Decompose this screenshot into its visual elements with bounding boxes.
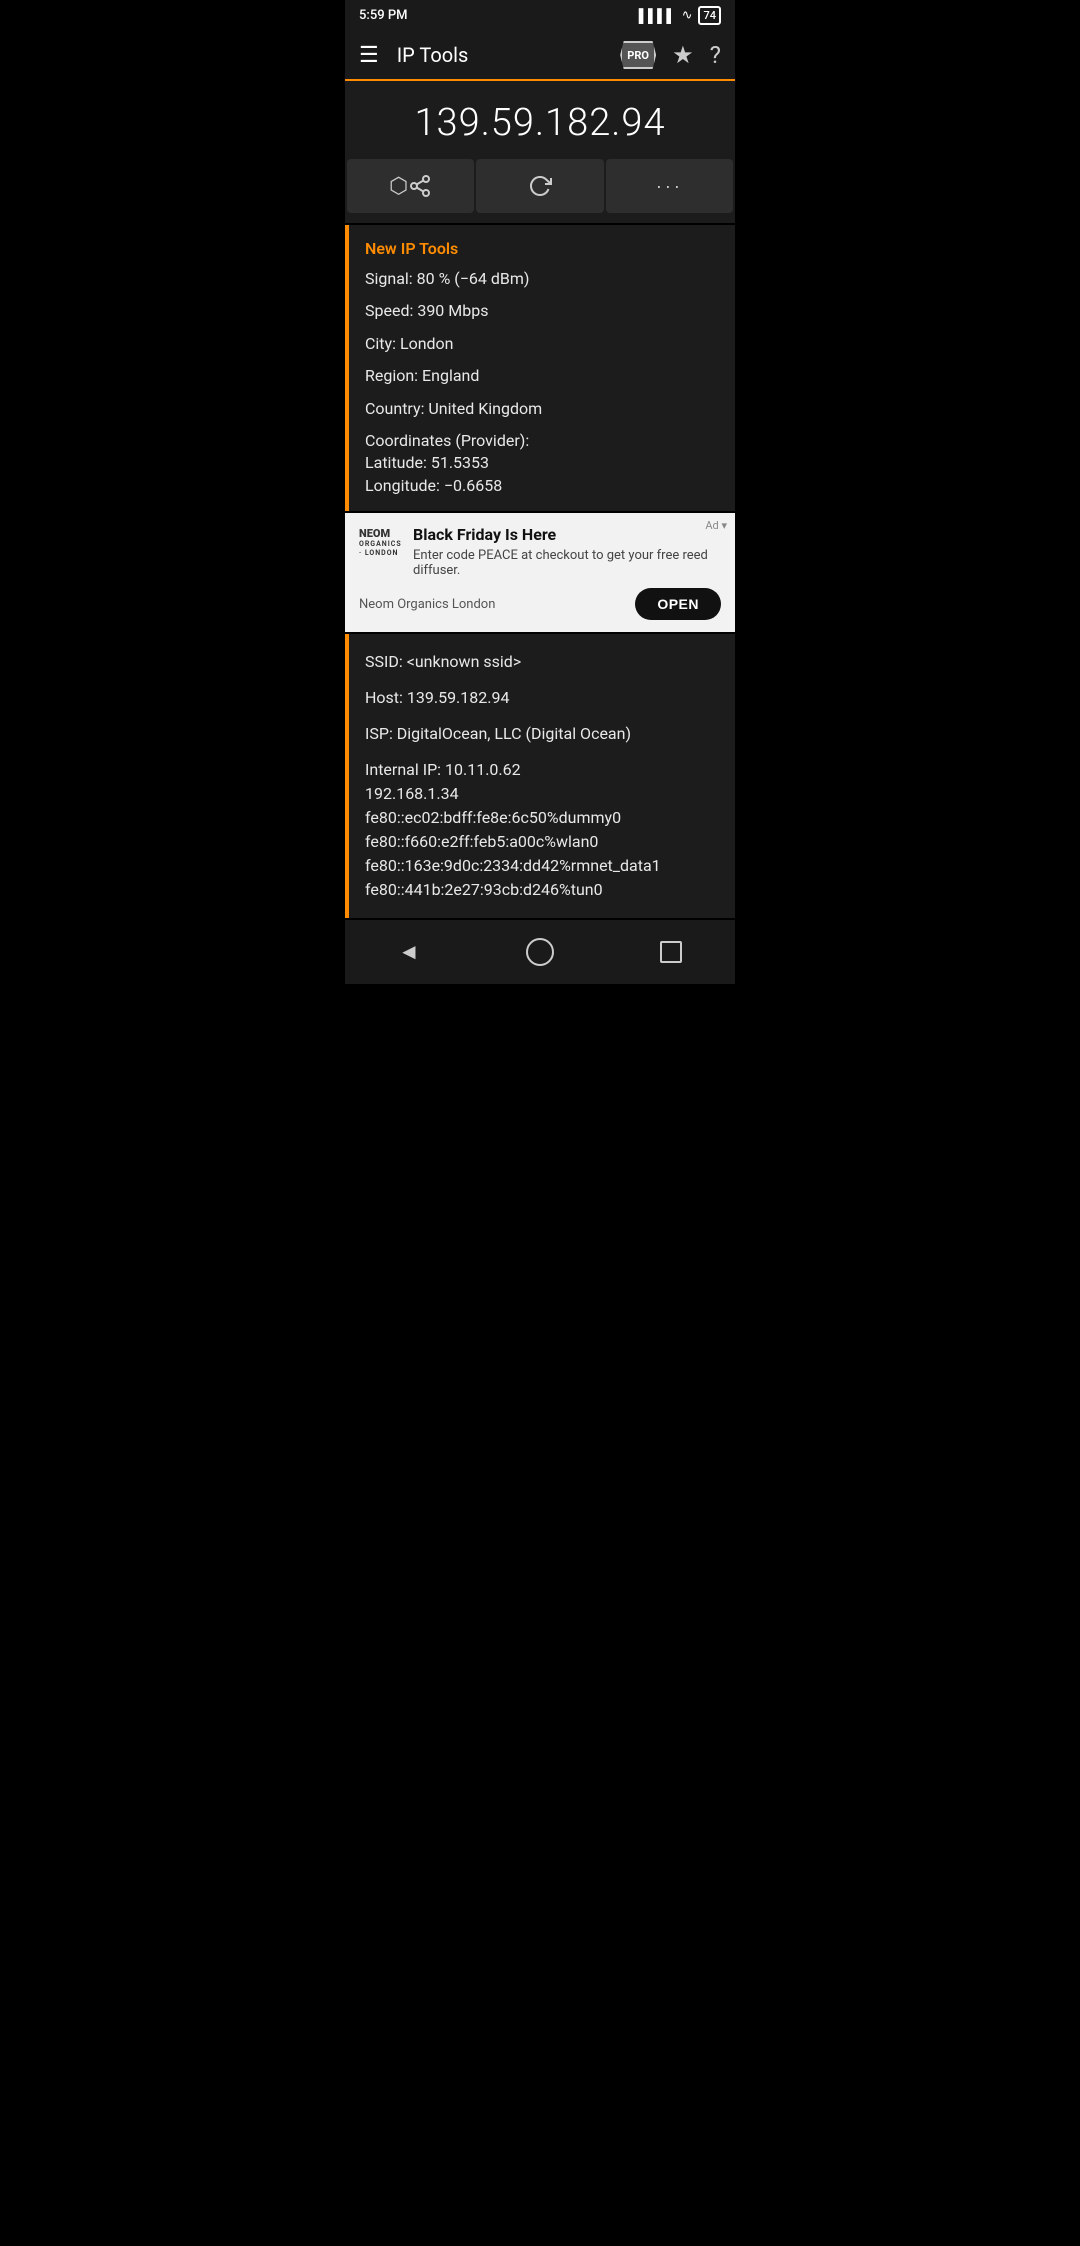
share-svg-icon [408,174,432,198]
ad-footer: Neom Organics London OPEN [359,588,721,620]
top-bar-actions: PRO ★ ? [620,41,721,69]
back-icon: ◄ [398,939,420,964]
top-bar: ☰ IP Tools PRO ★ ? [345,31,735,81]
ad-brand-sub: ORGANICS · LONDON [359,540,403,557]
coordinates-section: Coordinates (Provider): Latitude: 51.535… [365,430,719,497]
ad-subtext: Enter code PEACE at checkout to get your… [413,548,721,578]
info-section: New IP Tools Signal: 80 % (−64 dBm) Spee… [345,225,735,511]
status-bar: 5:59 PM ▌▌▌▌ ∿ 74 [345,0,735,31]
network-section: SSID: <unknown ssid> Host: 139.59.182.94… [345,634,735,918]
ssid-row: SSID: <unknown ssid> [365,650,719,674]
internal-ip-label: Internal IP: 10.11.0.62 [365,758,719,782]
region-row: Region: England [365,365,719,387]
ip2: 192.168.1.34 [365,782,719,806]
ad-label: Ad ▾ [705,519,727,532]
recents-icon [660,941,682,963]
ad-open-button[interactable]: OPEN [635,588,721,620]
menu-icon[interactable]: ☰ [359,43,379,68]
more-button[interactable]: ··· [606,159,733,213]
status-icons: ▌▌▌▌ ∿ 74 [639,6,721,25]
more-icon: ··· [656,176,683,197]
host-row: Host: 139.59.182.94 [365,686,719,710]
longitude-row: Longitude: −0.6658 [365,475,719,497]
ad-text: Black Friday Is Here Enter code PEACE at… [413,525,721,578]
speed-row: Speed: 390 Mbps [365,300,719,322]
battery-indicator: 74 [698,6,721,25]
ip3: fe80::ec02:bdff:fe8e:6c50%dummy0 [365,806,719,830]
bottom-nav: ◄ [345,920,735,984]
ip5: fe80::163e:9d0c:2334:dd42%rmnet_data1 [365,854,719,878]
city-row: City: London [365,333,719,355]
ad-headline: Black Friday Is Here [413,525,721,544]
app-title: IP Tools [389,43,610,67]
ip6: fe80::441b:2e27:93cb:d246%tun0 [365,878,719,902]
home-icon [526,938,554,966]
home-button[interactable] [506,932,574,972]
wifi-icon: ∿ [682,8,693,23]
latitude-row: Latitude: 51.5353 [365,452,719,474]
ad-advertiser: Neom Organics London [359,597,495,612]
share-icon: ⬡ [389,173,408,199]
ad-brand-name: NEOM [359,527,403,540]
recents-button[interactable] [640,935,702,969]
coordinates-label: Coordinates (Provider): [365,430,719,452]
help-icon[interactable]: ? [710,41,721,69]
ad-banner: Ad ▾ NEOM ORGANICS · LONDON Black Friday… [345,513,735,632]
signal-icon: ▌▌▌▌ [639,8,676,24]
info-section-title: New IP Tools [365,239,719,258]
favorite-icon[interactable]: ★ [672,41,694,69]
time-display: 5:59 PM [359,8,408,23]
ip-address-display: 139.59.182.94 [345,81,735,159]
isp-row: ISP: DigitalOcean, LLC (Digital Ocean) [365,722,719,746]
country-row: Country: United Kingdom [365,398,719,420]
signal-row: Signal: 80 % (−64 dBm) [365,268,719,290]
internal-ip-section: Internal IP: 10.11.0.62 192.168.1.34 fe8… [365,758,719,902]
action-buttons: ⬡ ··· [345,159,735,223]
refresh-icon [528,174,552,198]
pro-badge[interactable]: PRO [620,41,656,69]
back-button[interactable]: ◄ [378,933,440,971]
ad-content: NEOM ORGANICS · LONDON Black Friday Is H… [359,525,721,578]
ip4: fe80::f660:e2ff:feb5:a00c%wlan0 [365,830,719,854]
share-button[interactable]: ⬡ [347,159,474,213]
refresh-button[interactable] [476,159,603,213]
ad-logo: NEOM ORGANICS · LONDON [359,525,403,557]
